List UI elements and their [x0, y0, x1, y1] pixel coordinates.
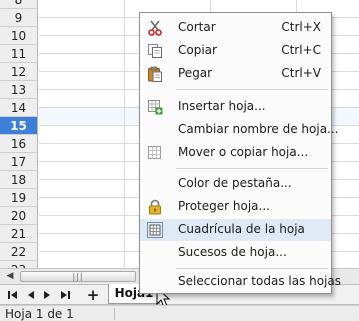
row-header[interactable]: 21 [0, 225, 38, 243]
menu-separator [176, 89, 328, 90]
menu-item-copy[interactable]: Copiar Ctrl+C [140, 40, 331, 62]
menu-item-sheet-events[interactable]: Sucesos de hoja... [140, 242, 331, 264]
previous-sheet-icon[interactable] [24, 288, 38, 302]
menu-separator [176, 268, 328, 269]
menu-item-protect-sheet[interactable]: Proteger hoja... [140, 196, 331, 218]
menu-item-shortcut: Ctrl+C [281, 43, 321, 57]
first-sheet-icon[interactable] [6, 288, 20, 302]
status-divider [114, 308, 115, 320]
menu-item-label: Sucesos de hoja... [178, 245, 287, 259]
menu-item-shortcut: Ctrl+X [281, 20, 321, 34]
row-header[interactable]: 11 [0, 45, 38, 63]
copy-icon [148, 44, 162, 58]
row-header[interactable]: 22 [0, 243, 38, 261]
paste-icon [148, 66, 162, 82]
row-header[interactable]: 19 [0, 189, 38, 207]
menu-item-select-all-sheets[interactable]: Seleccionar todas las hojas [140, 271, 341, 293]
menu-item-label: Insertar hoja... [178, 99, 266, 113]
menu-item-paste[interactable]: Pegar Ctrl+V [140, 63, 331, 85]
menu-item-rename-sheet[interactable]: Cambiar nombre de hoja... [140, 119, 339, 141]
add-sheet-button[interactable]: + [86, 288, 100, 303]
row-header[interactable]: 13 [0, 81, 38, 99]
status-bar: Hoja 1 de 1 [0, 305, 359, 321]
row-header[interactable]: 12 [0, 63, 38, 81]
menu-item-label: Pegar [178, 66, 213, 80]
sheet-tab-context-menu: Cortar Ctrl+X Copiar Ctrl+C Pegar Ctrl+V [139, 12, 341, 294]
scissors-icon [148, 20, 162, 36]
move-copy-sheet-icon [148, 146, 161, 159]
menu-item-insert-sheet[interactable]: Insertar hoja... [140, 96, 331, 118]
column-divider [124, 0, 125, 268]
menu-item-label: Seleccionar todas las hojas [178, 274, 342, 288]
sheet-position-status: Hoja 1 de 1 [5, 307, 74, 321]
row-header[interactable]: 10 [0, 27, 38, 45]
insert-sheet-icon [148, 100, 163, 115]
menu-item-label: Cortar [178, 20, 216, 34]
menu-separator [176, 168, 328, 169]
row-header[interactable]: 9 [0, 9, 38, 27]
lock-icon [149, 199, 161, 215]
grid-toggle-icon [147, 222, 163, 238]
row-header[interactable]: 17 [0, 153, 38, 171]
menu-item-label: Cuadrícula de la hoja [178, 222, 305, 236]
row-header-active[interactable]: 15 [0, 117, 38, 135]
scroll-left-icon[interactable]: ◀ [3, 270, 17, 283]
menu-item-tab-color[interactable]: Color de pestaña... [140, 173, 331, 195]
menu-item-label: Proteger hoja... [178, 199, 270, 213]
menu-item-cut[interactable]: Cortar Ctrl+X [140, 17, 331, 39]
row-header[interactable]: 20 [0, 207, 38, 225]
row-header[interactable]: 18 [0, 171, 38, 189]
menu-item-label: Mover o copiar hoja... [178, 145, 309, 159]
row-header[interactable]: 8 [0, 0, 38, 9]
menu-item-label: Color de pestaña... [178, 176, 292, 190]
menu-item-sheet-grid[interactable]: Cuadrícula de la hoja [140, 219, 331, 241]
menu-item-move-copy-sheet[interactable]: Mover o copiar hoja... [140, 142, 331, 164]
row-header[interactable]: 14 [0, 99, 38, 117]
menu-item-label: Copiar [178, 43, 217, 57]
menu-item-label: Cambiar nombre de hoja... [178, 122, 339, 136]
menu-item-shortcut: Ctrl+V [281, 66, 321, 80]
row-header[interactable]: 23 [0, 261, 38, 268]
row-header[interactable]: 16 [0, 135, 38, 153]
scrollbar-thumb[interactable]: ||| [20, 271, 136, 282]
next-sheet-icon[interactable] [40, 288, 54, 302]
last-sheet-icon[interactable] [58, 288, 72, 302]
